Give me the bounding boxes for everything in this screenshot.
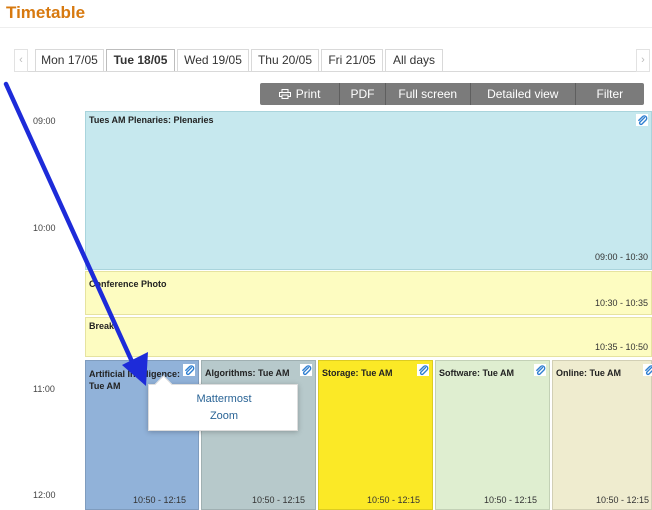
paperclip-icon[interactable] (643, 364, 652, 376)
chevron-left-icon: ‹ (19, 54, 23, 66)
tab-tue[interactable]: Tue 18/05 (106, 49, 175, 72)
tab-thu[interactable]: Thu 20/05 (251, 49, 319, 72)
session-title: Conference Photo (89, 279, 167, 289)
tab-fri[interactable]: Fri 21/05 (321, 49, 383, 72)
popup-item-zoom[interactable]: Zoom (149, 410, 299, 422)
tab-all-days[interactable]: All days (385, 49, 443, 72)
session-time: 10:35 - 10:50 (594, 342, 648, 352)
track-online[interactable]: Online: Tue AM 10:50 - 12:15 (552, 360, 652, 510)
track-time: 10:50 - 12:15 (483, 495, 537, 505)
session-time: 10:30 - 10:35 (594, 298, 648, 308)
track-time: 10:50 - 12:15 (132, 495, 186, 505)
track-title: Online: Tue AM (556, 368, 621, 378)
tab-wed[interactable]: Wed 19/05 (177, 49, 249, 72)
title-divider (0, 27, 652, 28)
track-title-line-2: Tue AM (89, 381, 121, 391)
tabs-divider (28, 71, 636, 72)
pdf-button[interactable]: PDF (340, 83, 386, 105)
track-algorithms[interactable]: Algorithms: Tue AM 10:50 - 12:15 (201, 360, 316, 510)
filter-button[interactable]: Filter (576, 83, 644, 105)
session-conference-photo[interactable]: Conference Photo 10:30 - 10:35 (85, 271, 652, 315)
track-title: Storage: Tue AM (322, 368, 393, 378)
prev-day-button[interactable]: ‹ (14, 49, 28, 72)
popup-item-mattermost[interactable]: Mattermost (149, 393, 299, 405)
paperclip-icon[interactable] (300, 364, 312, 376)
hour-label-1100: 11:00 (33, 384, 55, 394)
hour-label-1200: 12:00 (33, 490, 56, 500)
print-label: Print (295, 87, 321, 101)
session-time: 09:00 - 10:30 (594, 252, 648, 262)
track-artificial-intelligence[interactable]: Artificial Intelligence: Tue AM 10:50 - … (85, 360, 199, 510)
hour-label-0900: 09:00 (33, 116, 56, 126)
paperclip-icon[interactable] (183, 364, 195, 376)
session-break[interactable]: Break 10:35 - 10:50 (85, 317, 652, 357)
track-title: Software: Tue AM (439, 368, 515, 378)
track-time: 10:50 - 12:15 (595, 495, 649, 505)
chevron-right-icon: › (641, 54, 645, 66)
next-day-button[interactable]: › (636, 49, 650, 72)
track-time: 10:50 - 12:15 (251, 495, 305, 505)
attachment-popup-menu: Mattermost Zoom (148, 375, 299, 431)
paperclip-icon[interactable] (534, 364, 546, 376)
session-plenaries[interactable]: Tues AM Plenaries: Plenaries 09:00 - 10:… (85, 111, 652, 270)
full-screen-button[interactable]: Full screen (386, 83, 471, 105)
print-button[interactable]: Print (260, 83, 341, 105)
hour-label-1000: 10:00 (33, 223, 56, 233)
session-title: Break (89, 321, 115, 331)
track-storage[interactable]: Storage: Tue AM 10:50 - 12:15 (318, 360, 433, 510)
timetable-toolbar: Print PDF Full screen Detailed view Filt… (260, 83, 644, 105)
track-software[interactable]: Software: Tue AM 10:50 - 12:15 (435, 360, 550, 510)
printer-icon (278, 89, 291, 99)
track-title: Algorithms: Tue AM (205, 368, 290, 378)
track-time: 10:50 - 12:15 (366, 495, 420, 505)
page-title: Timetable (6, 3, 86, 22)
paperclip-icon[interactable] (417, 364, 429, 376)
tab-mon[interactable]: Mon 17/05 (35, 49, 104, 72)
session-title: Tues AM Plenaries: Plenaries (89, 115, 214, 125)
detailed-view-button[interactable]: Detailed view (471, 83, 576, 105)
paperclip-icon[interactable] (636, 114, 648, 126)
